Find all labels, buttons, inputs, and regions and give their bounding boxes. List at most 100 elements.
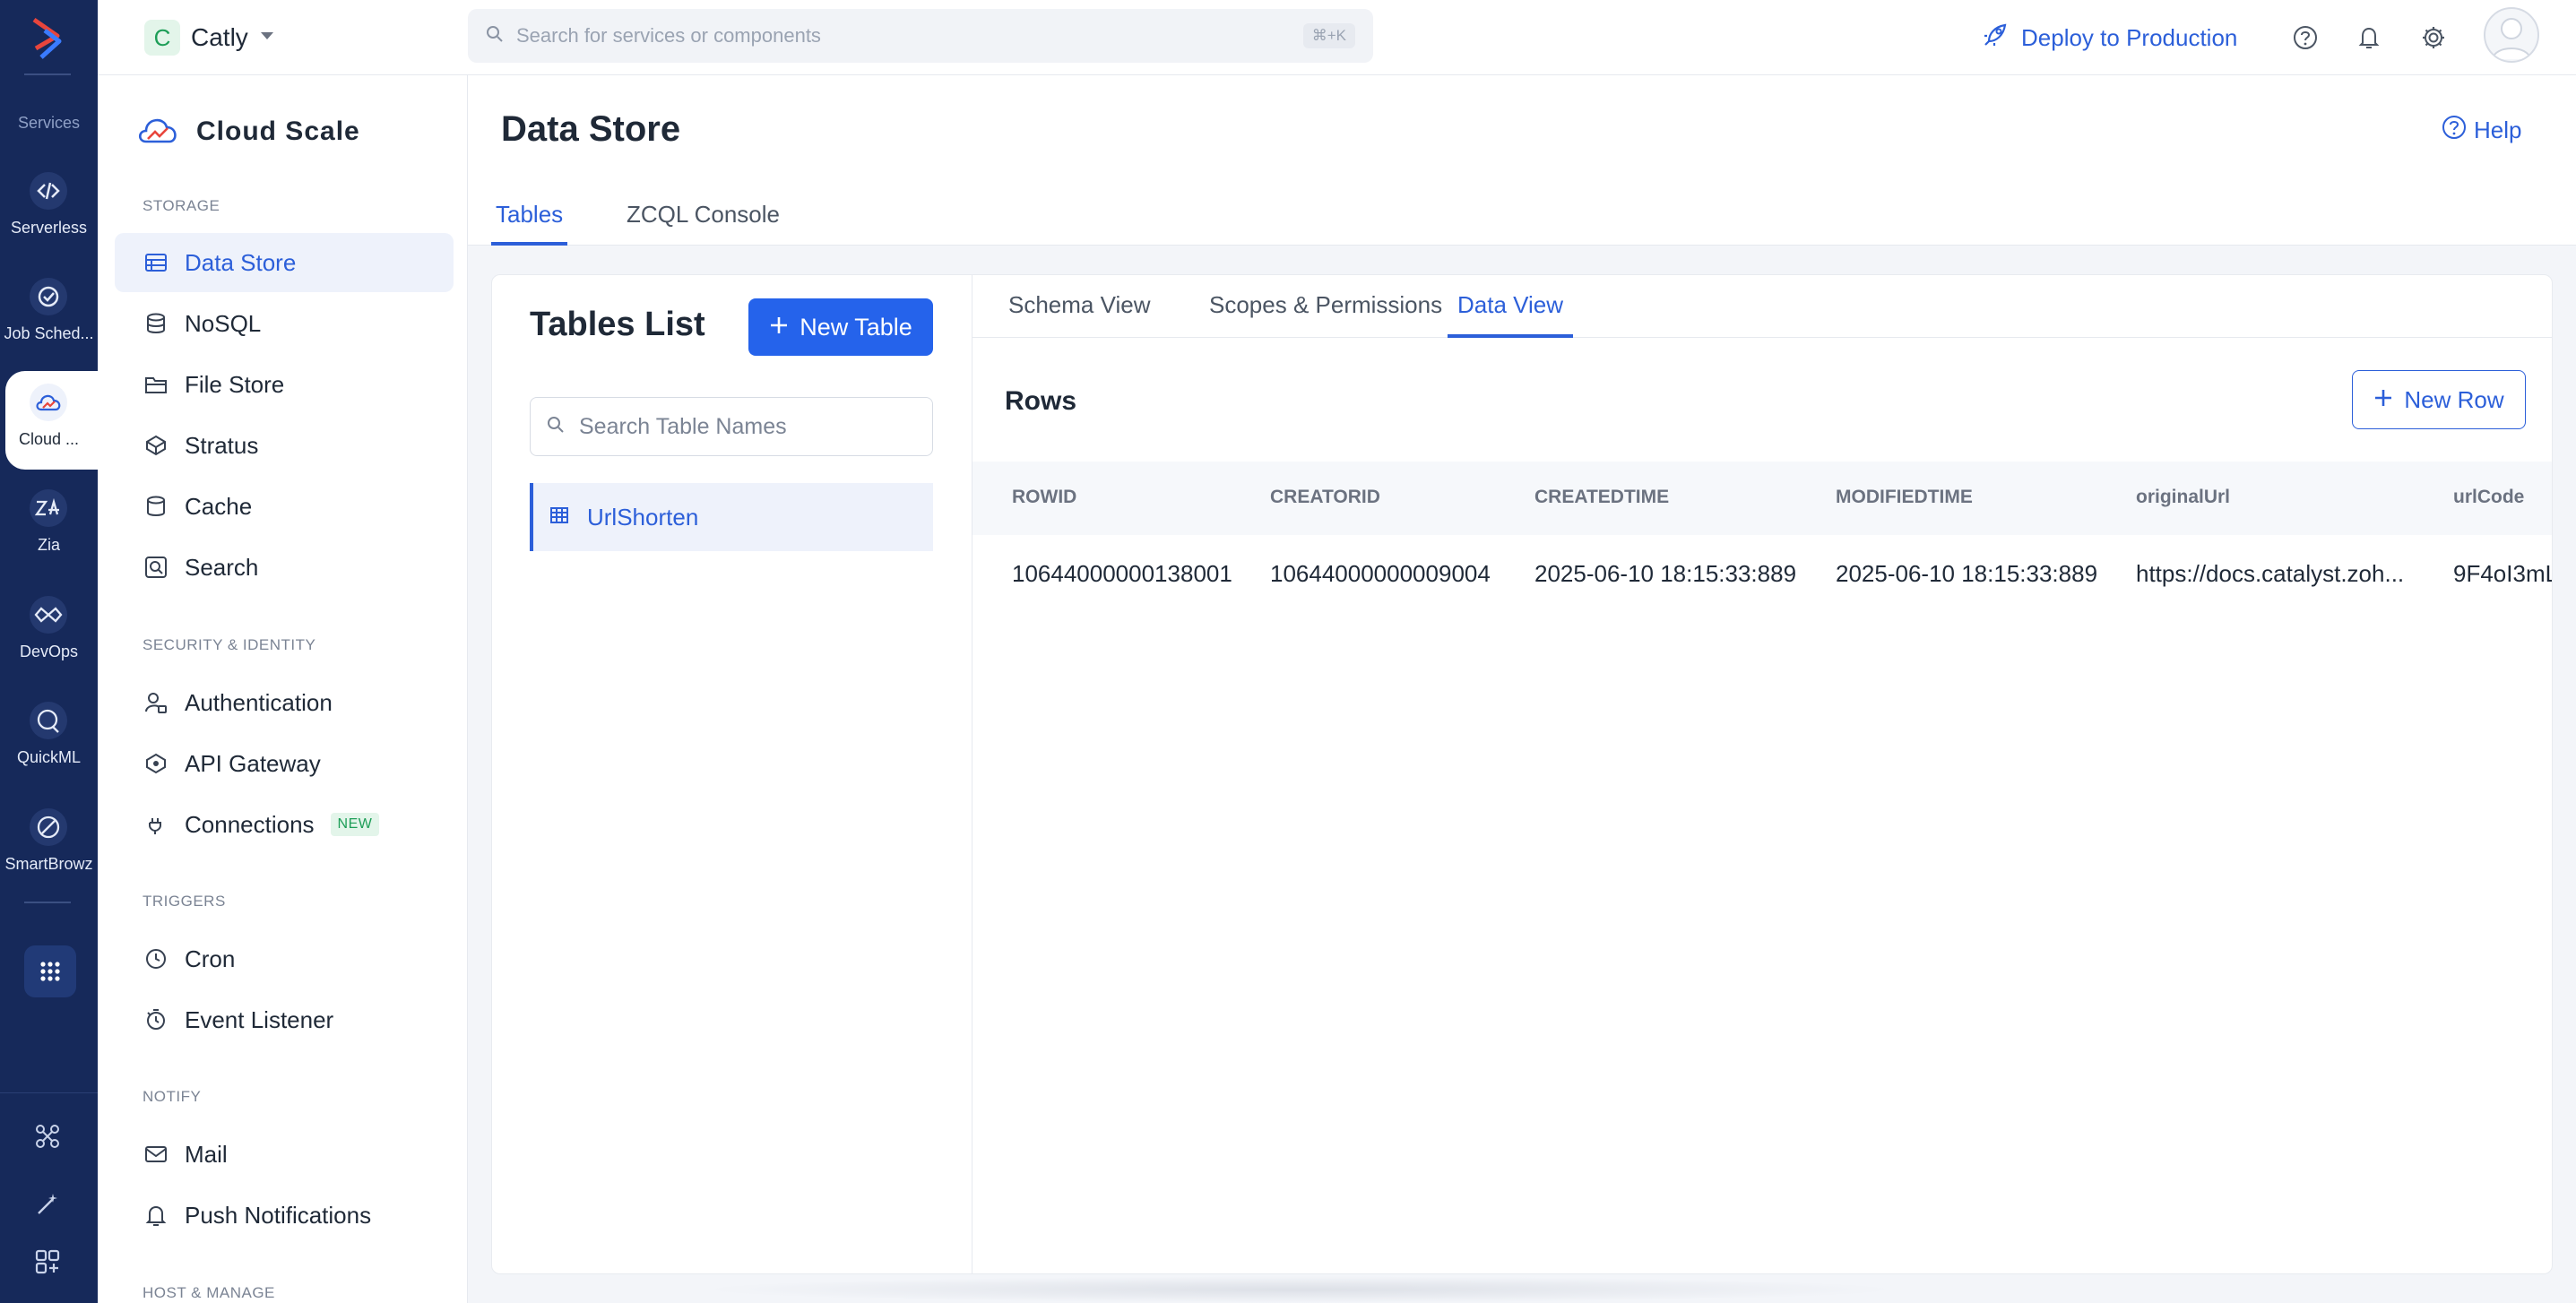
- sidebar-item-file-store[interactable]: File Store: [115, 355, 454, 414]
- project-switcher[interactable]: C Catly: [144, 18, 275, 57]
- rail-item-job-scheduling[interactable]: Job Sched...: [0, 265, 98, 364]
- sidebar-item-label: Event Listener: [185, 1005, 334, 1033]
- plus-icon: [2373, 386, 2393, 414]
- catalyst-logo-icon[interactable]: [27, 16, 66, 63]
- user-lock-icon: [143, 690, 169, 715]
- rail-item-label: Job Sched...: [4, 324, 94, 342]
- global-search-input[interactable]: Search for services or components ⌘+K: [468, 9, 1373, 63]
- sidebar-item-event-listener[interactable]: Event Listener: [115, 990, 454, 1049]
- rail-divider: [24, 902, 71, 903]
- rail-item-zia[interactable]: Zia: [0, 477, 98, 575]
- sidebar-item-label: Search: [185, 553, 259, 581]
- tab-schema-view[interactable]: Schema View: [1008, 291, 1151, 338]
- sidebar-item-mail[interactable]: Mail: [115, 1125, 454, 1184]
- apps-icon[interactable]: [30, 1244, 65, 1280]
- bell-icon[interactable]: [2351, 20, 2387, 56]
- timer-icon: [143, 1007, 169, 1032]
- new-row-label: New Row: [2404, 385, 2504, 413]
- rail-item-label: Serverless: [10, 219, 88, 237]
- section-title-storage: STORAGE: [143, 197, 220, 214]
- table-row[interactable]: 10644000000138001 10644000000009004 2025…: [972, 535, 2553, 610]
- help-circle-icon: [2442, 115, 2467, 146]
- sidebar-item-label: Cache: [185, 492, 253, 520]
- rail-item-label: Cloud ...: [18, 430, 80, 448]
- new-table-button[interactable]: New Table: [748, 298, 933, 356]
- table-search-placeholder: Search Table Names: [579, 413, 787, 439]
- tab-tables[interactable]: Tables: [491, 201, 568, 246]
- section-title-notify: NOTIFY: [143, 1088, 202, 1105]
- column-header-urlcode[interactable]: urlCode: [2453, 487, 2524, 508]
- rail-item-smartbrowz[interactable]: SmartBrowz: [0, 796, 98, 894]
- sidebar-item-label: Cron: [185, 945, 236, 972]
- sidebar-item-search[interactable]: Search: [115, 538, 454, 597]
- project-avatar: C: [144, 20, 180, 56]
- cache-icon: [143, 494, 169, 519]
- sidebar-item-api-gateway[interactable]: API Gateway: [115, 734, 454, 793]
- column-header-rowid[interactable]: ROWID: [1012, 487, 1076, 508]
- cell-originalurl: https://docs.catalyst.zoh...: [2136, 560, 2405, 587]
- search-icon: [547, 414, 565, 440]
- sidebar-item-nosql[interactable]: NoSQL: [115, 294, 454, 353]
- sidebar-item-authentication[interactable]: Authentication: [115, 673, 454, 732]
- rail-item-serverless[interactable]: Serverless: [0, 160, 98, 258]
- tables-list-title: Tables List: [530, 306, 705, 343]
- column-header-modifiedtime[interactable]: MODIFIEDTIME: [1836, 487, 1973, 508]
- clock-icon: [143, 946, 169, 971]
- cell-urlcode: 9F4oI3mL: [2453, 560, 2553, 587]
- api-gateway-icon: [143, 751, 169, 776]
- sidebar-item-push-notifications[interactable]: Push Notifications: [115, 1186, 454, 1245]
- rail-item-quickml[interactable]: QuickML: [0, 689, 98, 788]
- bell-icon: [143, 1203, 169, 1228]
- section-title-host-manage: HOST & MANAGE: [143, 1284, 275, 1301]
- table-search-input[interactable]: Search Table Names: [530, 397, 933, 456]
- page-title: Data Store: [501, 109, 681, 149]
- sidebar-item-cache[interactable]: Cache: [115, 477, 454, 536]
- tab-data-view[interactable]: Data View: [1448, 291, 1574, 338]
- rail-item-label: Zia: [37, 536, 60, 554]
- sidebar-item-stratus[interactable]: Stratus: [115, 416, 454, 475]
- table-list-item[interactable]: UrlShorten: [530, 483, 933, 551]
- page-header: Data Store Help Tables ZCQL Console: [468, 75, 2576, 246]
- gear-icon[interactable]: [2416, 20, 2451, 56]
- integrations-icon[interactable]: [30, 1118, 65, 1154]
- top-bar: C Catly Search for services or component…: [98, 0, 2576, 75]
- plug-icon: [143, 812, 169, 837]
- help-link[interactable]: Help: [2442, 115, 2521, 146]
- sidebar-item-cron[interactable]: Cron: [115, 929, 454, 988]
- deploy-to-production-button[interactable]: Deploy to Production: [1982, 20, 2237, 56]
- sidebar-item-data-store[interactable]: Data Store: [115, 233, 454, 292]
- column-header-createdtime[interactable]: CREATEDTIME: [1534, 487, 1669, 508]
- sidebar-item-label: Stratus: [185, 431, 259, 459]
- help-label: Help: [2474, 116, 2522, 143]
- tab-zcql-console[interactable]: ZCQL Console: [627, 201, 780, 246]
- global-search-placeholder: Search for services or components: [516, 24, 821, 47]
- new-badge: NEW: [330, 813, 380, 836]
- sidebar-item-connections[interactable]: Connections NEW: [115, 795, 454, 854]
- new-row-button[interactable]: New Row: [2352, 370, 2526, 429]
- column-header-creatorid[interactable]: CREATORID: [1270, 487, 1380, 508]
- rows-title: Rows: [1005, 386, 1077, 416]
- tab-scopes-permissions[interactable]: Scopes & Permissions: [1209, 291, 1442, 338]
- rail-services-caption: Services: [17, 114, 81, 132]
- help-circle-icon[interactable]: [2287, 20, 2323, 56]
- table-name: UrlShorten: [587, 503, 699, 531]
- user-avatar[interactable]: [2484, 7, 2539, 63]
- table-grid-icon: [549, 504, 569, 531]
- magic-wand-icon[interactable]: [30, 1187, 65, 1222]
- rail-divider: [24, 73, 71, 75]
- chevron-down-icon: [259, 30, 275, 46]
- section-title-triggers: TRIGGERS: [143, 893, 226, 910]
- mail-icon: [143, 1142, 169, 1167]
- rail-item-devops[interactable]: DevOps: [0, 583, 98, 682]
- smartbrowz-icon: [30, 808, 67, 846]
- sidebar-item-label: File Store: [185, 370, 285, 398]
- horizontal-scrollbar[interactable]: [699, 1276, 1900, 1303]
- column-header-originalurl[interactable]: originalUrl: [2136, 487, 2230, 508]
- sidebar-item-label: Mail: [185, 1140, 228, 1168]
- all-services-grid-icon[interactable]: [24, 945, 76, 997]
- rail-item-cloud-scale[interactable]: Cloud ...: [5, 371, 98, 470]
- devops-icon: [30, 596, 67, 634]
- cloud-scale-icon: [30, 384, 67, 421]
- sidebar-item-label: Data Store: [185, 248, 297, 276]
- zia-icon: [30, 489, 67, 527]
